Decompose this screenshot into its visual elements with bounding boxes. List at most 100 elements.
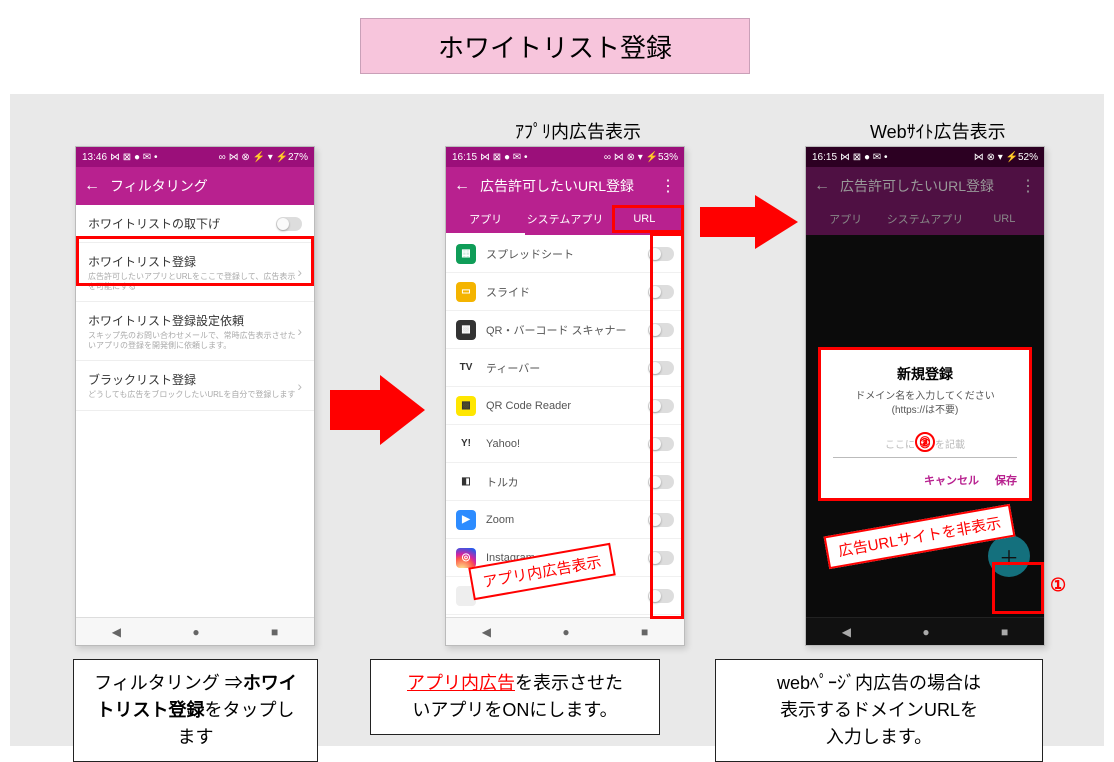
app-bar: フィルタリング	[76, 167, 314, 205]
item-title: ホワイトリスト登録設定依頼	[88, 312, 297, 329]
save-button[interactable]: 保存	[995, 472, 1017, 488]
nav-back-icon[interactable]: ◀	[112, 625, 121, 639]
app-toggle[interactable]	[648, 361, 674, 375]
dialog-msg1: ドメイン名を入力してください	[855, 391, 994, 402]
item-whitelist-withdraw[interactable]: ホワイトリストの取下げ	[76, 205, 314, 243]
app-icon: TV	[456, 358, 476, 378]
tab-system-apps[interactable]: システムアプリ	[525, 205, 604, 235]
menu-icon[interactable]	[660, 176, 676, 196]
app-name-label: ティーバー	[486, 360, 638, 376]
nav-recent-icon[interactable]: ■	[1001, 625, 1008, 639]
app-row[interactable]: ▩ QR Code Reader	[446, 387, 684, 425]
new-register-dialog: 新規登録 ドメイン名を入力してください (https://は不要) ここに②を記…	[818, 347, 1032, 501]
cap-red: アプリ内広告	[407, 673, 515, 693]
app-bar: 広告許可したいURL登録	[806, 167, 1044, 205]
app-icon: ▭	[456, 282, 476, 302]
placeholder-right: を記載	[935, 440, 965, 451]
back-icon[interactable]	[814, 177, 830, 195]
app-row[interactable]: ◧トルカ	[446, 463, 684, 501]
caption-middle: アプリ内広告を表示させたいアプリをONにします。	[370, 659, 660, 735]
page-title-text: ホワイトリスト登録	[438, 28, 672, 65]
tab-url[interactable]: URL	[605, 205, 684, 235]
fab-add-button[interactable]: ＋	[988, 535, 1030, 577]
app-row[interactable]	[446, 615, 684, 617]
placeholder-left: ここに	[885, 440, 915, 451]
app-name-label: QR Code Reader	[486, 400, 638, 412]
tab-url[interactable]: URL	[965, 205, 1044, 235]
item-title: ブラックリスト登録	[88, 371, 297, 388]
app-name-label: スプレッドシート	[486, 246, 638, 262]
nav-recent-icon[interactable]: ■	[271, 625, 278, 639]
screen-title: 広告許可したいURL登録	[840, 176, 994, 196]
back-icon[interactable]	[84, 177, 100, 195]
marker-1: ①	[1050, 575, 1066, 596]
domain-input[interactable]: ここに②を記載 ②	[833, 434, 1017, 458]
cap-text: フィルタリング ⇒	[94, 673, 243, 693]
app-toggle[interactable]	[648, 323, 674, 337]
app-toggle[interactable]	[648, 399, 674, 413]
tab-apps[interactable]: アプリ	[446, 205, 525, 235]
item-subtitle: スキップ先のお問い合わせメールで、常時広告表示させたいアプリの登録を開発側に依頼…	[88, 331, 297, 350]
nav-recent-icon[interactable]: ■	[641, 625, 648, 639]
screen-title: 広告許可したいURL登録	[480, 176, 634, 196]
status-time: 16:15	[452, 152, 477, 163]
marker-2-circle: ②	[915, 432, 935, 452]
app-row[interactable]: ▦スプレッドシート	[446, 235, 684, 273]
cancel-button[interactable]: キャンセル	[924, 472, 979, 488]
status-bar: 13:46 ⋈ ⊠ ● ✉ • ∞ ⋈ ⊗ ⚡ ▾ ⚡27%	[76, 147, 314, 167]
app-toggle[interactable]	[648, 247, 674, 261]
nav-back-icon[interactable]: ◀	[482, 625, 491, 639]
toggle-icon[interactable]	[276, 217, 302, 231]
app-name-label: スライド	[486, 284, 638, 300]
app-name-label: Zoom	[486, 514, 638, 526]
tab-apps[interactable]: アプリ	[806, 205, 885, 235]
app-toggle[interactable]	[648, 285, 674, 299]
chevron-icon: ›	[297, 264, 302, 280]
status-time: 13:46	[82, 152, 107, 163]
back-icon[interactable]	[454, 177, 470, 195]
app-row[interactable]: ▩QR・バーコード スキャナー	[446, 311, 684, 349]
app-name-label: QR・バーコード スキャナー	[486, 322, 638, 338]
dialog-title: 新規登録	[833, 364, 1017, 384]
app-row[interactable]: TV ティーバー	[446, 349, 684, 387]
tabs: アプリ システムアプリ URL	[806, 205, 1044, 235]
status-icons-left: ⋈ ⊠ ● ✉ •	[840, 152, 887, 163]
cap-text: いアプリをONにします。	[412, 700, 617, 720]
status-icons-right: ∞ ⋈ ⊗ ▾ ⚡53%	[604, 152, 678, 163]
nav-home-icon[interactable]: ●	[922, 625, 929, 639]
label-web-ads: Webｻｲﾄ広告表示	[870, 118, 1006, 144]
app-row[interactable]: Y!Yahoo!	[446, 425, 684, 463]
android-nav: ◀ ● ■	[806, 617, 1044, 645]
nav-back-icon[interactable]: ◀	[842, 625, 851, 639]
app-icon: ▩	[456, 396, 476, 416]
app-name-label: トルカ	[486, 474, 638, 490]
app-bar: 広告許可したいURL登録	[446, 167, 684, 205]
app-row[interactable]: ▶Zoom	[446, 501, 684, 539]
app-toggle[interactable]	[648, 437, 674, 451]
label-app-ads: ｱﾌﾟﾘ内広告表示	[515, 118, 641, 144]
cap-text: 表示するドメインURLを	[780, 700, 978, 720]
app-toggle[interactable]	[648, 513, 674, 527]
phone-url-dialog: 16:15 ⋈ ⊠ ● ✉ • ⋈ ⊗ ▾ ⚡52% 広告許可したいURL登録 …	[805, 146, 1045, 646]
app-toggle[interactable]	[648, 589, 674, 603]
status-icons-left: ⋈ ⊠ ● ✉ •	[480, 152, 527, 163]
menu-icon[interactable]	[1020, 176, 1036, 196]
tab-system-apps[interactable]: システムアプリ	[885, 205, 964, 235]
item-blacklist-register[interactable]: ブラックリスト登録 どうしても広告をブロックしたいURLを自分で登録します ›	[76, 361, 314, 411]
cap-text: webﾍﾟｰｼﾞ内広告の場合は	[777, 673, 981, 693]
phone-filtering: 13:46 ⋈ ⊠ ● ✉ • ∞ ⋈ ⊗ ⚡ ▾ ⚡27% フィルタリング ホ…	[75, 146, 315, 646]
app-toggle[interactable]	[648, 551, 674, 565]
item-whitelist-register[interactable]: ホワイトリスト登録 広告許可したいアプリとURLをここで登録して、広告表示を可能…	[76, 243, 314, 302]
item-title: ホワイトリストの取下げ	[88, 215, 276, 232]
item-whitelist-request[interactable]: ホワイトリスト登録設定依頼 スキップ先のお問い合わせメールで、常時広告表示させた…	[76, 302, 314, 361]
status-bar: 16:15 ⋈ ⊠ ● ✉ • ∞ ⋈ ⊗ ▾ ⚡53%	[446, 147, 684, 167]
status-icons-right: ⋈ ⊗ ▾ ⚡52%	[974, 152, 1038, 163]
nav-home-icon[interactable]: ●	[562, 625, 569, 639]
app-row[interactable]: ▭ スライド	[446, 273, 684, 311]
nav-home-icon[interactable]: ●	[192, 625, 199, 639]
screen-title: フィルタリング	[110, 176, 208, 196]
cap-text: 入力します。	[826, 727, 932, 747]
app-toggle[interactable]	[648, 475, 674, 489]
dialog-msg2: (https://は不要)	[892, 405, 959, 416]
android-nav: ◀ ● ■	[446, 617, 684, 645]
